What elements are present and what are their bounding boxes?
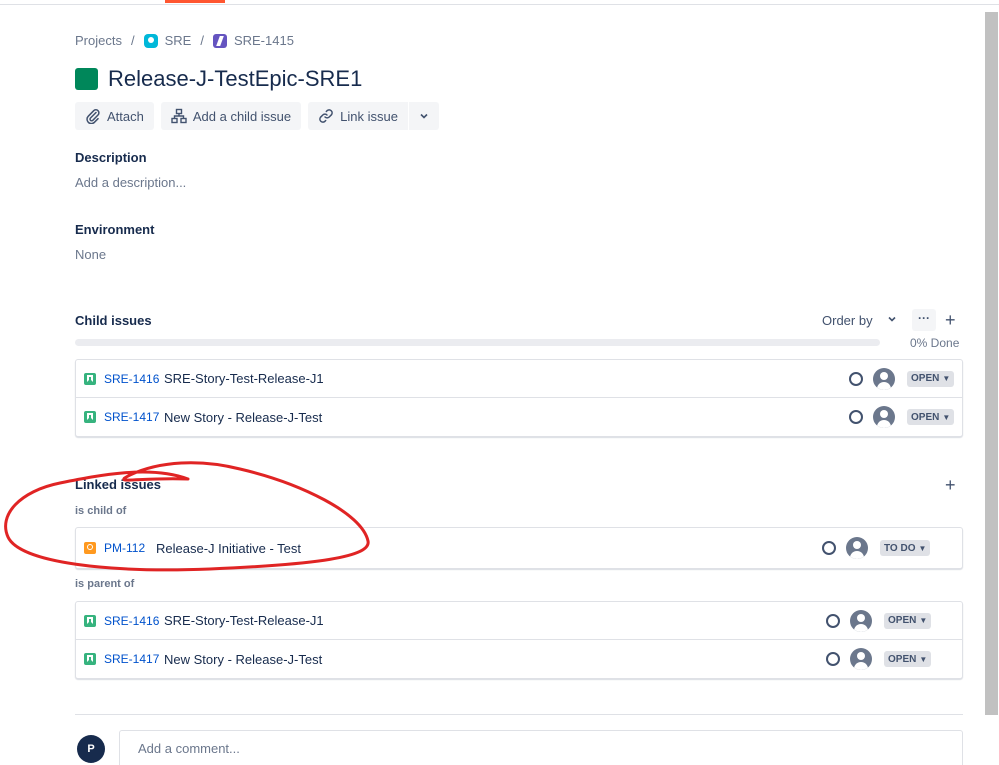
story-icon bbox=[84, 372, 96, 385]
order-by-label: Order by bbox=[822, 313, 873, 328]
environment-label: Environment bbox=[75, 222, 155, 237]
chevron-down-icon: ▼ bbox=[919, 654, 928, 664]
attach-label: Attach bbox=[107, 108, 144, 124]
chevron-down-icon bbox=[887, 314, 897, 327]
issue-summary[interactable]: Release-J Initiative - Test bbox=[156, 541, 301, 556]
child-issues-more-button[interactable]: ··· bbox=[912, 309, 936, 331]
link-issue-label: Link issue bbox=[340, 108, 398, 124]
relation-label: is parent of bbox=[75, 578, 135, 590]
issue-summary[interactable]: SRE-Story-Test-Release-J1 bbox=[164, 371, 324, 386]
order-by-dropdown[interactable]: Order by bbox=[822, 313, 897, 328]
status-label: OPEN bbox=[888, 653, 917, 665]
breadcrumb-project[interactable]: SRE bbox=[143, 33, 192, 48]
issue-key-link[interactable]: SRE-1417 bbox=[104, 410, 159, 424]
priority-icon bbox=[849, 371, 863, 386]
issue-toolbar: Attach Add a child issue Link issue bbox=[75, 102, 446, 130]
top-nav-border bbox=[0, 0, 999, 5]
assignee-avatar[interactable] bbox=[850, 609, 872, 632]
assignee-avatar[interactable] bbox=[850, 648, 872, 670]
linked-issues-parent-of-list: SRE-1416 SRE-Story-Test-Release-J1 OPEN ▼… bbox=[75, 601, 963, 679]
issue-summary[interactable]: SRE-Story-Test-Release-J1 bbox=[164, 613, 324, 628]
hierarchy-icon bbox=[171, 108, 187, 124]
chevron-down-icon: ▼ bbox=[919, 616, 928, 625]
comment-input[interactable]: Add a comment... bbox=[119, 730, 963, 765]
list-item[interactable]: PM-112 Release-J Initiative - Test TO DO… bbox=[76, 528, 962, 568]
status-label: TO DO bbox=[884, 542, 916, 554]
issue-title-row: Release-J-TestEpic-SRE1 bbox=[75, 66, 362, 92]
list-item[interactable]: SRE-1417 New Story - Release-J-Test OPEN… bbox=[76, 398, 962, 436]
child-issues-list: SRE-1416 SRE-Story-Test-Release-J1 OPEN ▼… bbox=[75, 359, 963, 437]
assignee-avatar[interactable] bbox=[873, 406, 895, 428]
child-issues-progress-bar bbox=[75, 339, 880, 346]
initiative-icon bbox=[84, 542, 96, 554]
priority-icon bbox=[826, 652, 840, 666]
linked-issues-label: Linked issues bbox=[75, 477, 161, 492]
breadcrumb-issue[interactable]: SRE-1415 bbox=[212, 33, 294, 48]
story-icon bbox=[84, 614, 96, 627]
epic-color-swatch bbox=[75, 68, 98, 90]
issue-summary[interactable]: New Story - Release-J-Test bbox=[164, 652, 322, 667]
status-dropdown[interactable]: OPEN ▼ bbox=[907, 409, 955, 425]
user-avatar: P bbox=[77, 735, 105, 763]
status-dropdown[interactable]: OPEN ▼ bbox=[884, 651, 932, 667]
progress-text: 0% Done bbox=[910, 336, 960, 350]
description-placeholder[interactable]: Add a description... bbox=[75, 175, 186, 190]
issue-key-link[interactable]: SRE-1416 bbox=[104, 372, 159, 386]
chevron-down-icon: ▼ bbox=[942, 374, 951, 383]
active-tab-indicator bbox=[165, 0, 225, 3]
more-actions-dropdown[interactable] bbox=[408, 102, 439, 130]
list-item[interactable]: SRE-1416 SRE-Story-Test-Release-J1 OPEN ▼ bbox=[76, 602, 962, 640]
child-issues-label: Child issues bbox=[75, 313, 152, 328]
environment-value[interactable]: None bbox=[75, 247, 106, 262]
issue-summary[interactable]: New Story - Release-J-Test bbox=[164, 410, 322, 425]
status-label: OPEN bbox=[911, 411, 940, 423]
issue-key-link[interactable]: SRE-1416 bbox=[104, 614, 159, 628]
add-child-issue-plus-button[interactable]: + bbox=[945, 311, 956, 329]
relation-label: is child of bbox=[75, 505, 127, 517]
paperclip-icon bbox=[86, 109, 100, 124]
add-linked-issue-plus-button[interactable]: + bbox=[945, 476, 956, 494]
list-item[interactable]: SRE-1416 SRE-Story-Test-Release-J1 OPEN ▼ bbox=[76, 360, 962, 398]
project-avatar-icon bbox=[143, 33, 158, 48]
priority-icon bbox=[849, 410, 863, 424]
assignee-avatar[interactable] bbox=[873, 367, 895, 390]
status-dropdown[interactable]: OPEN ▼ bbox=[907, 370, 955, 387]
breadcrumb: Projects / SRE / SRE-1415 bbox=[75, 33, 294, 48]
issue-key-link[interactable]: PM-112 bbox=[104, 541, 145, 555]
epic-icon bbox=[212, 33, 227, 48]
link-issue-button[interactable]: Link issue bbox=[308, 102, 408, 130]
list-item[interactable]: SRE-1417 New Story - Release-J-Test OPEN… bbox=[76, 640, 962, 678]
issue-title[interactable]: Release-J-TestEpic-SRE1 bbox=[108, 66, 362, 92]
priority-icon bbox=[826, 613, 840, 628]
story-icon bbox=[84, 411, 96, 423]
activity-divider bbox=[75, 714, 963, 715]
add-child-issue-label: Add a child issue bbox=[192, 108, 292, 124]
chevron-down-icon bbox=[420, 113, 428, 119]
breadcrumb-projects[interactable]: Projects bbox=[75, 33, 122, 48]
assignee-avatar[interactable] bbox=[846, 537, 868, 559]
breadcrumb-separator: / bbox=[200, 33, 204, 48]
issue-key-link[interactable]: SRE-1417 bbox=[104, 652, 159, 666]
description-label: Description bbox=[75, 150, 147, 165]
linked-issues-child-of-list: PM-112 Release-J Initiative - Test TO DO… bbox=[75, 527, 963, 569]
breadcrumb-separator: / bbox=[130, 33, 135, 48]
story-icon bbox=[84, 653, 96, 665]
attach-button[interactable]: Attach bbox=[75, 102, 154, 130]
breadcrumb-project-label: SRE bbox=[164, 33, 192, 48]
chevron-down-icon: ▼ bbox=[918, 543, 927, 553]
status-label: OPEN bbox=[911, 373, 940, 384]
priority-icon bbox=[822, 541, 836, 555]
status-dropdown[interactable]: TO DO ▼ bbox=[880, 540, 931, 556]
status-dropdown[interactable]: OPEN ▼ bbox=[884, 612, 932, 629]
breadcrumb-issue-label: SRE-1415 bbox=[233, 33, 294, 48]
status-label: OPEN bbox=[888, 615, 917, 626]
chevron-down-icon: ▼ bbox=[942, 412, 951, 422]
scrollbar[interactable] bbox=[985, 12, 998, 715]
add-child-issue-button[interactable]: Add a child issue bbox=[160, 102, 302, 130]
link-icon bbox=[319, 109, 333, 123]
